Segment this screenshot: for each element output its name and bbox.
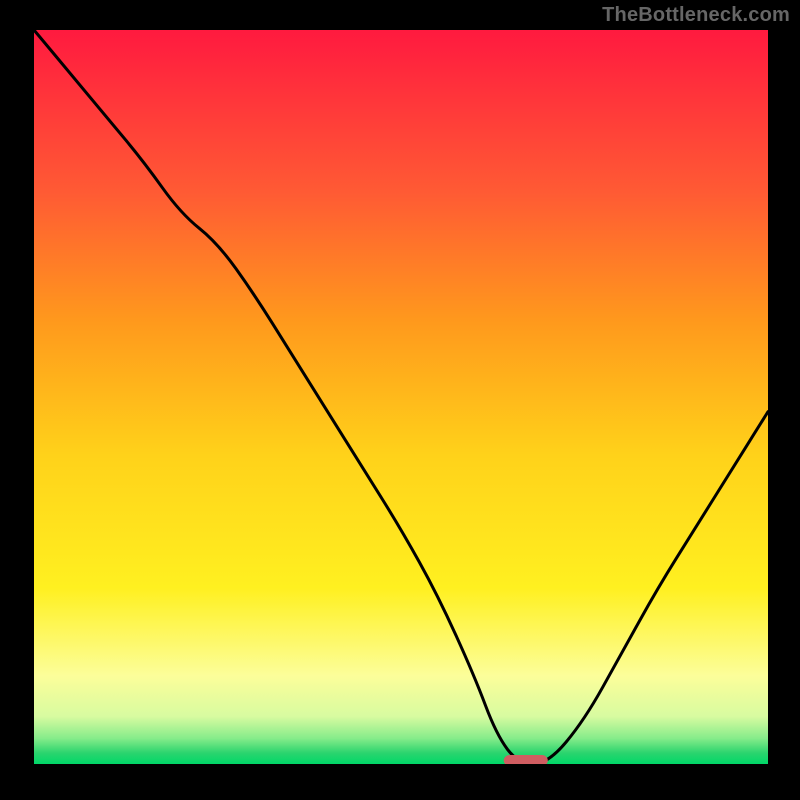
watermark-text: TheBottleneck.com — [602, 4, 790, 27]
gradient-background — [34, 30, 768, 764]
plot-area — [34, 30, 768, 764]
bottleneck-chart-svg — [34, 30, 768, 764]
chart-frame: TheBottleneck.com — [0, 0, 800, 800]
optimal-marker — [504, 755, 548, 764]
